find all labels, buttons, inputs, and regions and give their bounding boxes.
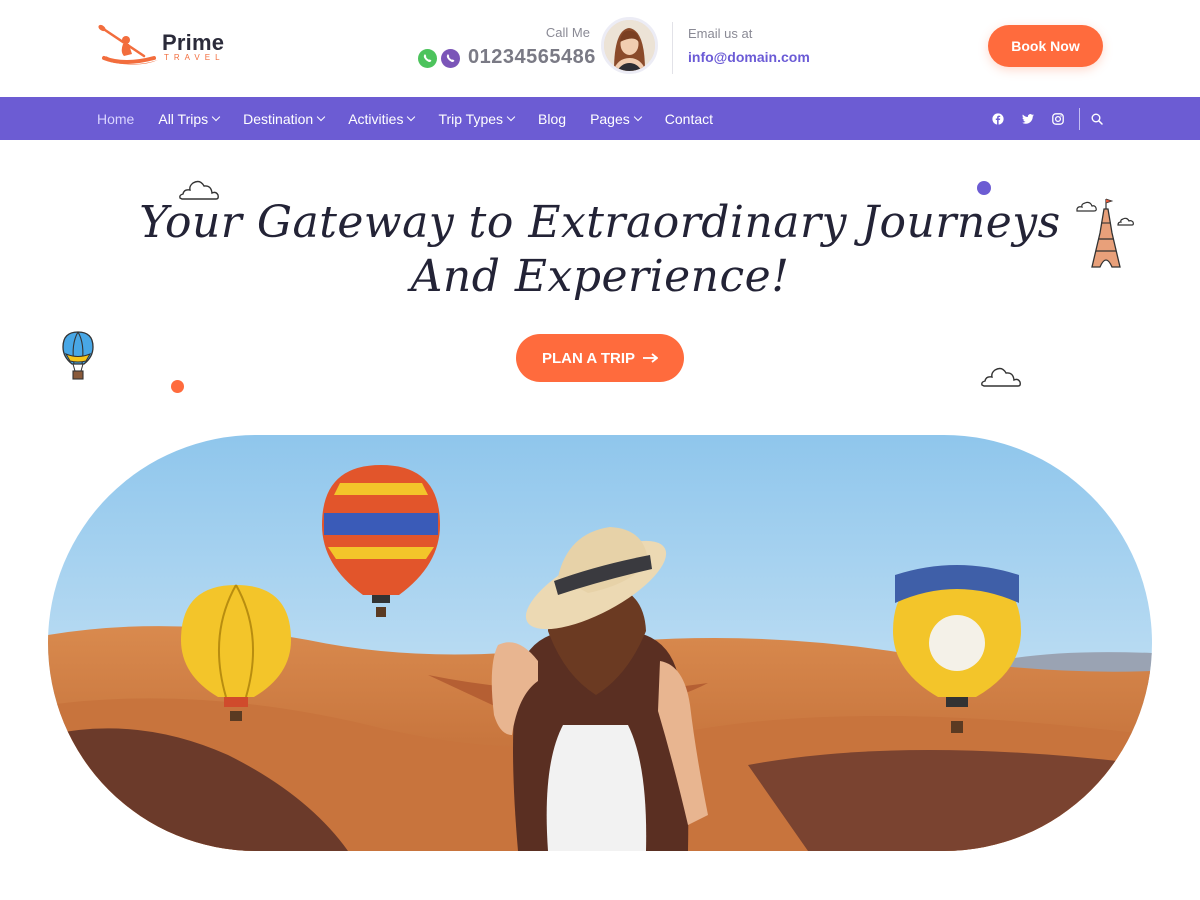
hero-image [48, 435, 1152, 851]
plan-a-trip-button[interactable]: PLAN A TRIP [516, 334, 684, 382]
facebook-icon[interactable] [988, 97, 1008, 140]
phone-number[interactable]: 01234565486 [468, 46, 596, 69]
nav-item-contact[interactable]: Contact [665, 111, 713, 127]
hero-title-line-2: And Experience! [410, 251, 790, 302]
hot-air-balloon-icon [62, 331, 94, 380]
desert-balloons-scene [48, 435, 1152, 851]
nav-item-home[interactable]: Home [97, 111, 134, 127]
chevron-down-icon [316, 112, 326, 121]
email-label: Email us at [688, 26, 753, 41]
nav-item-label: Pages [590, 110, 630, 127]
decor-dot [977, 181, 991, 195]
logo-tagline: TRAVEL [164, 53, 225, 62]
whatsapp-icon[interactable] [418, 49, 437, 68]
chevron-down-icon [506, 112, 516, 121]
nav-item-trip-types[interactable]: Trip Types [438, 110, 516, 127]
nav-item-label: Trip Types [438, 110, 504, 127]
nav-item-all-trips[interactable]: All Trips [158, 110, 221, 127]
nav-menu: Home All Trips Destination Activities Tr… [97, 97, 737, 140]
plan-a-trip-label: PLAN A TRIP [541, 349, 636, 367]
main-nav: Home All Trips Destination Activities Tr… [0, 97, 1200, 140]
site-logo[interactable]: Prime TRAVEL [96, 22, 236, 72]
nav-item-pages[interactable]: Pages [590, 110, 643, 127]
cloud-icon [981, 367, 1021, 387]
arrow-right-icon [643, 353, 659, 363]
email-link[interactable]: info@domain.com [688, 49, 810, 65]
instagram-icon[interactable] [1048, 97, 1068, 140]
twitter-icon[interactable] [1018, 97, 1038, 140]
hero-title-line-1: Your Gateway to Extraordinary Journeys [139, 197, 1061, 248]
nav-item-label: All Trips [158, 110, 209, 127]
nav-item-label: Home [97, 110, 135, 127]
chevron-down-icon [407, 112, 416, 121]
site-header: Prime TRAVEL Call Me 01234565486 Email u… [0, 0, 1200, 97]
chevron-down-icon [633, 112, 643, 121]
avatar [601, 17, 658, 74]
chevron-down-icon [211, 112, 221, 121]
nav-divider [1079, 108, 1080, 130]
nav-item-label: Activities [348, 110, 404, 127]
nav-item-blog[interactable]: Blog [538, 111, 566, 127]
nav-item-destination[interactable]: Destination [243, 110, 326, 127]
search-icon[interactable] [1087, 97, 1107, 140]
call-block: Call Me 01234565486 [418, 20, 598, 76]
book-now-button[interactable]: Book Now [988, 25, 1103, 67]
nav-item-label: Destination [243, 110, 314, 127]
viber-icon[interactable] [441, 49, 460, 68]
decor-dot [171, 380, 184, 393]
hero-title: Your Gateway to Extraordinary Journeys A… [0, 196, 1200, 304]
nav-item-activities[interactable]: Activities [348, 110, 416, 127]
nav-item-label: Contact [664, 110, 714, 127]
header-divider [672, 22, 673, 74]
nav-item-label: Blog [538, 110, 567, 127]
kayak-logo-icon [98, 24, 158, 65]
call-label: Call Me [545, 25, 590, 40]
